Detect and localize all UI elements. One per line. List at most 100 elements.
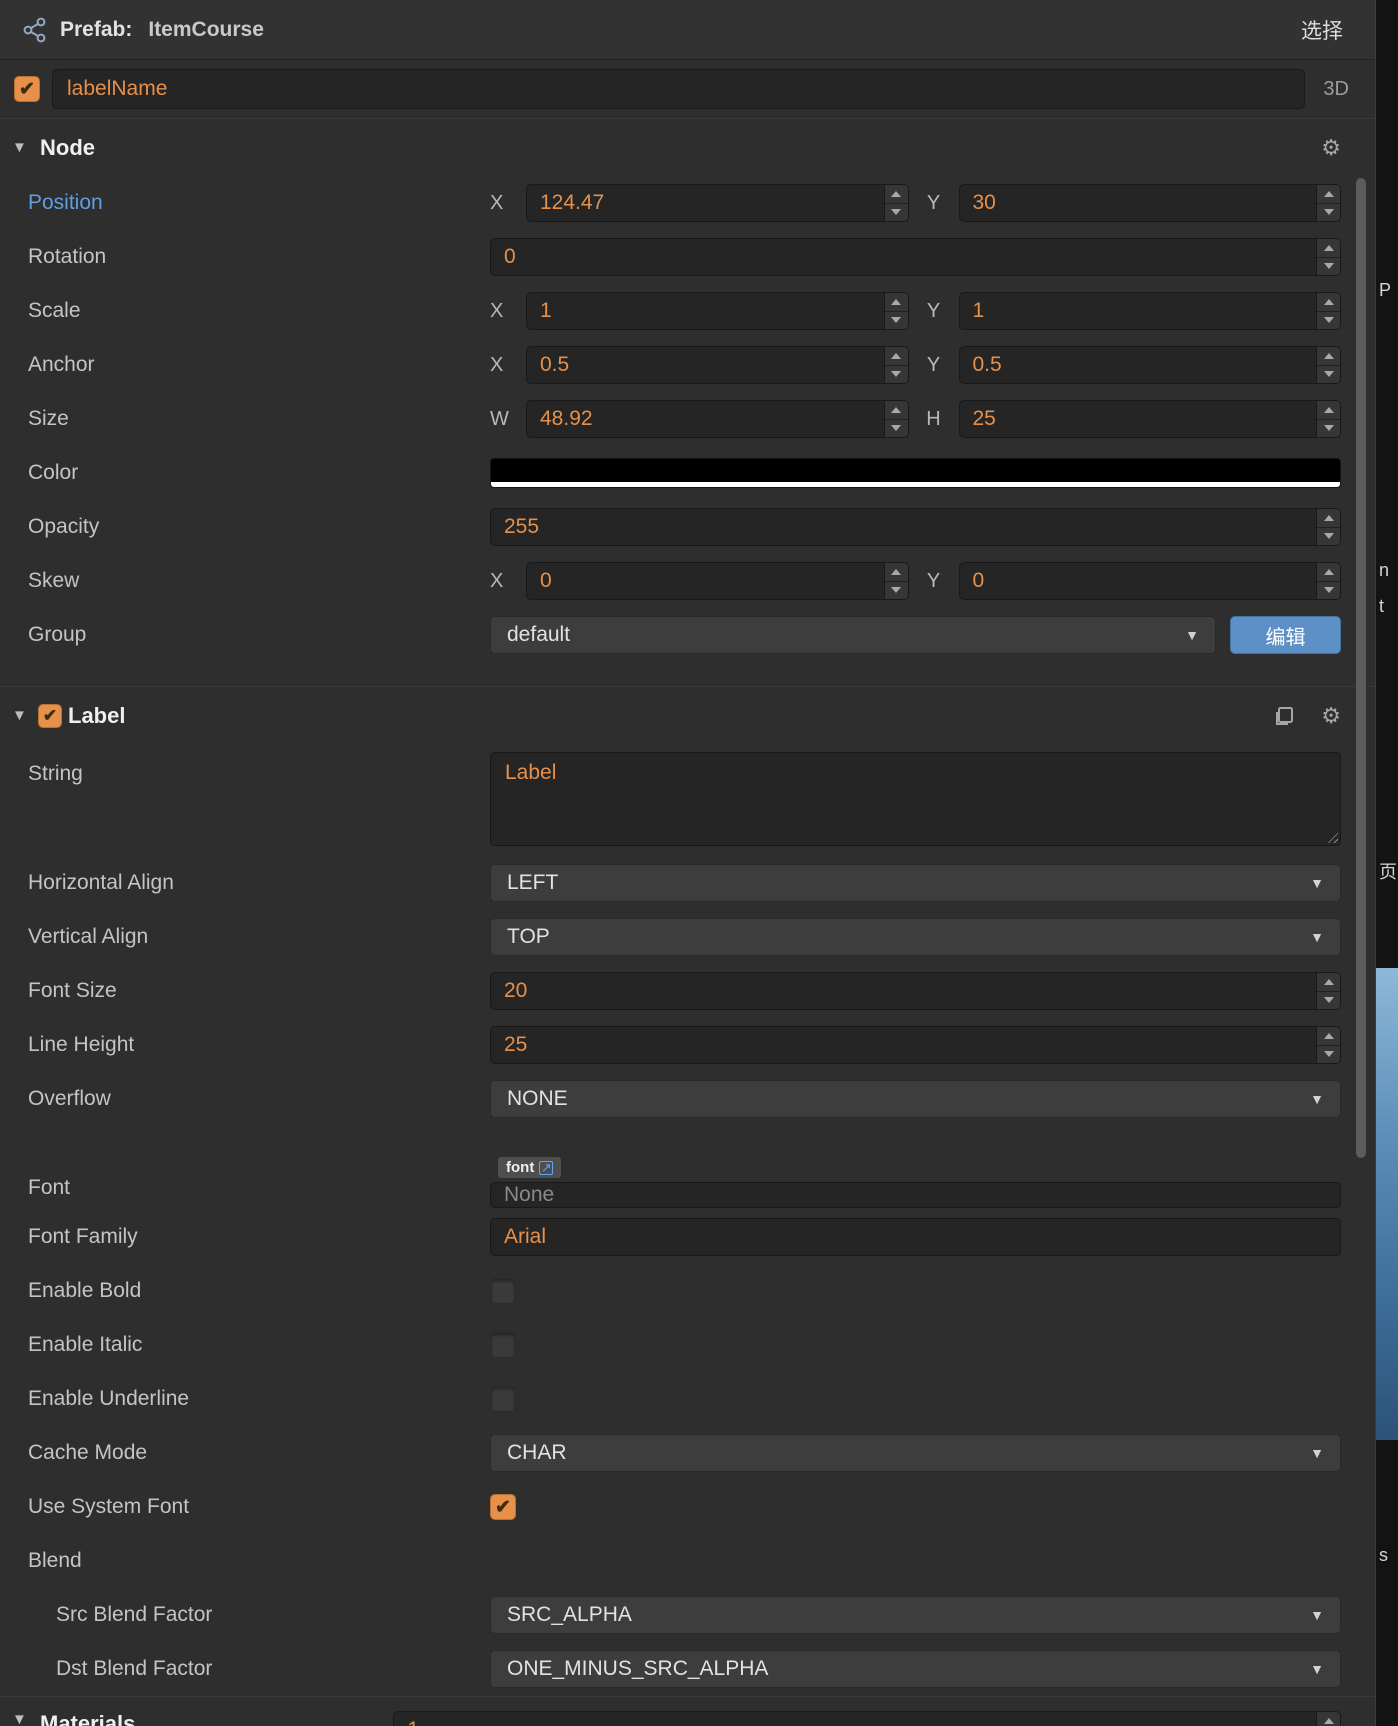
skew-x-stepper[interactable] <box>883 563 908 599</box>
opacity-input[interactable] <box>491 509 1316 545</box>
chevron-down-icon: ▼ <box>1310 1661 1324 1677</box>
enable-italic-row: Enable Italic <box>0 1318 1375 1372</box>
materials-size-field <box>393 1711 1341 1726</box>
node-name-input[interactable] <box>52 69 1306 109</box>
position-label: Position <box>28 191 103 214</box>
materials-section-header[interactable]: ▼ Materials <box>0 1696 1375 1726</box>
chevron-down-icon: ▼ <box>1310 1445 1324 1461</box>
rotation-stepper[interactable] <box>1316 239 1340 275</box>
chevron-down-icon: ▼ <box>1310 929 1324 945</box>
position-y-input[interactable] <box>959 185 1316 221</box>
line-height-stepper[interactable] <box>1316 1027 1340 1063</box>
text-fragment: t <box>1379 596 1385 616</box>
font-size-input[interactable] <box>491 973 1316 1009</box>
font-asset-field <box>490 1182 1341 1208</box>
cache-mode-row: Cache Mode CHAR ▼ <box>0 1426 1375 1480</box>
materials-size-input[interactable] <box>394 1712 1316 1726</box>
skew-y-stepper[interactable] <box>1316 563 1340 599</box>
dst-blend-dropdown[interactable]: ONE_MINUS_SRC_ALPHA ▼ <box>490 1650 1341 1688</box>
line-height-row: Line Height <box>0 1018 1375 1072</box>
string-textarea[interactable]: Label <box>490 752 1341 846</box>
w-axis-label: W <box>490 407 509 430</box>
x-axis-label: X <box>490 191 504 214</box>
scrollbar-thumb[interactable] <box>1356 178 1366 1158</box>
rotation-field <box>490 238 1341 276</box>
scale-x-stepper[interactable] <box>883 293 908 329</box>
enable-italic-label: Enable Italic <box>28 1333 143 1356</box>
text-fragment: P <box>1379 280 1392 300</box>
text-fragment: n <box>1379 560 1390 580</box>
horizontal-align-dropdown[interactable]: LEFT ▼ <box>490 864 1341 902</box>
skew-x-input[interactable] <box>527 563 884 599</box>
node-section-title: Node <box>40 134 95 160</box>
select-button[interactable]: 选择 <box>1301 15 1343 45</box>
font-size-stepper[interactable] <box>1316 973 1340 1009</box>
horizontal-align-row: Horizontal Align LEFT ▼ <box>0 856 1375 910</box>
use-system-font-row: Use System Font ✔ <box>0 1480 1375 1534</box>
size-w-stepper[interactable] <box>883 401 908 437</box>
skew-y-input[interactable] <box>959 563 1316 599</box>
font-size-field <box>490 972 1341 1010</box>
anchor-y-input[interactable] <box>959 347 1316 383</box>
enable-italic-checkbox[interactable] <box>490 1332 516 1358</box>
scale-y-stepper[interactable] <box>1316 293 1340 329</box>
vertical-align-dropdown[interactable]: TOP ▼ <box>490 918 1341 956</box>
materials-section-title: Materials <box>40 1711 136 1726</box>
enable-underline-checkbox[interactable] <box>490 1386 516 1412</box>
node-section-header[interactable]: ▼ Node ⚙ <box>0 118 1375 176</box>
chevron-down-icon: ▼ <box>1310 875 1324 891</box>
materials-size-stepper[interactable] <box>1316 1712 1340 1726</box>
cache-mode-dropdown[interactable]: CHAR ▼ <box>490 1434 1341 1472</box>
prefab-icon <box>23 17 46 42</box>
scrollbar-track[interactable] <box>1354 60 1368 1726</box>
rotation-input[interactable] <box>491 239 1316 275</box>
gear-icon[interactable]: ⚙ <box>1321 135 1341 161</box>
anchor-x-input[interactable] <box>527 347 884 383</box>
use-system-font-checkbox[interactable]: ✔ <box>490 1494 516 1520</box>
label-enabled-checkbox[interactable]: ✔ <box>38 703 62 728</box>
scale-label: Scale <box>28 299 81 322</box>
node-name-row: ✔ 3D <box>0 60 1375 118</box>
skew-row: Skew X Y <box>0 554 1375 608</box>
position-y-stepper[interactable] <box>1316 185 1340 221</box>
opacity-field <box>490 508 1341 546</box>
label-section-header[interactable]: ▼ ✔ Label ⚙ <box>0 686 1375 744</box>
vertical-align-row: Vertical Align TOP ▼ <box>0 910 1375 964</box>
collapse-triangle-icon[interactable]: ▼ <box>12 139 34 156</box>
size-w-input[interactable] <box>527 401 884 437</box>
collapse-triangle-icon[interactable]: ▼ <box>12 1711 34 1726</box>
y-axis-label: Y <box>926 299 941 322</box>
chevron-down-icon: ▼ <box>1310 1091 1324 1107</box>
node-active-checkbox[interactable]: ✔ <box>14 76 40 102</box>
anchor-x-stepper[interactable] <box>883 347 908 383</box>
font-asset-input[interactable] <box>491 1183 1340 1207</box>
check-icon: ✔ <box>19 78 35 100</box>
dst-blend-row: Dst Blend Factor ONE_MINUS_SRC_ALPHA ▼ <box>0 1642 1375 1696</box>
collapse-triangle-icon[interactable]: ▼ <box>12 707 34 724</box>
opacity-stepper[interactable] <box>1316 509 1340 545</box>
overflow-label: Overflow <box>28 1087 111 1110</box>
position-x-stepper[interactable] <box>883 185 908 221</box>
position-x-input[interactable] <box>527 185 884 221</box>
size-h-stepper[interactable] <box>1316 401 1340 437</box>
size-h-input[interactable] <box>959 401 1316 437</box>
enable-bold-checkbox[interactable] <box>490 1278 516 1304</box>
anchor-label: Anchor <box>28 353 95 376</box>
color-swatch[interactable] <box>490 458 1341 488</box>
src-blend-dropdown[interactable]: SRC_ALPHA ▼ <box>490 1596 1341 1634</box>
scale-y-input[interactable] <box>959 293 1316 329</box>
overflow-dropdown[interactable]: NONE ▼ <box>490 1080 1341 1118</box>
font-family-input[interactable] <box>491 1219 1340 1255</box>
external-link-icon[interactable]: ↗ <box>539 1160 554 1175</box>
x-axis-label: X <box>490 569 504 592</box>
position-x-field <box>526 184 909 222</box>
anchor-y-stepper[interactable] <box>1316 347 1340 383</box>
blend-row: Blend <box>0 1534 1375 1588</box>
group-edit-button[interactable]: 编辑 <box>1230 616 1341 654</box>
copy-component-icon[interactable] <box>1273 705 1295 727</box>
gear-icon[interactable]: ⚙ <box>1321 703 1341 729</box>
scale-x-input[interactable] <box>527 293 884 329</box>
line-height-input[interactable] <box>491 1027 1316 1063</box>
group-dropdown[interactable]: default ▼ <box>490 616 1216 654</box>
prefab-header: Prefab: ItemCourse 选择 <box>0 0 1375 60</box>
